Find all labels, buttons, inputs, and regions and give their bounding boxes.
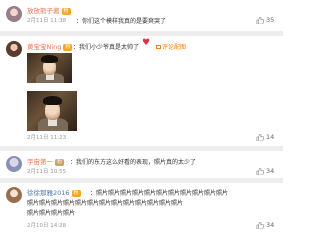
comment-card: 徐徐那雅2016 粉 ：照片照片照片照片照片照片照片照片照片照片照片 照片照片照片… <box>0 183 283 240</box>
timestamp: 2月11日 10:55 <box>27 169 67 175</box>
comment-photo[interactable] <box>27 91 77 131</box>
photo-figure-hair <box>43 96 62 105</box>
username[interactable]: 宇宙第一粉 <box>27 156 65 166</box>
like-button[interactable]: 14 <box>256 133 274 141</box>
comment-text: ：我们的东方这么好看的表现，照片真的太少了 <box>70 159 197 166</box>
like-count: 34 <box>266 221 275 229</box>
image-comment-label[interactable]: 评论配图 <box>162 44 186 51</box>
comment-card: 放放熊子酱粉 2月11日 11:38 ：你们这个模样我真的是要爽哭了 35 <box>0 0 283 30</box>
avatar[interactable] <box>6 41 22 57</box>
photo-figure-collar <box>48 119 57 126</box>
fan-badge: 粉 <box>55 159 65 166</box>
image-icon <box>156 45 161 49</box>
comment-text: ：我们小少爷真是太帅了 <box>73 44 140 51</box>
thumbs-up-icon <box>256 167 264 175</box>
photo-figure-hair <box>41 55 58 63</box>
comment-photo[interactable] <box>27 53 72 83</box>
thumbs-up-icon <box>256 16 264 24</box>
username-text[interactable]: 宇宙第一 <box>27 158 53 166</box>
fan-badge: 粉 <box>71 190 81 197</box>
comment-card: 黄宝宝Ning 粉 ：我们小少爷真是太帅了 ♥ 评论配图 2月11日 11:23 … <box>0 36 283 146</box>
fan-badge: 粉 <box>61 8 71 15</box>
like-button[interactable]: 35 <box>256 16 274 24</box>
username-text[interactable]: 黄宝宝Ning <box>27 43 61 51</box>
username-text[interactable]: 徐徐那雅2016 <box>27 189 70 197</box>
fan-badge: 粉 <box>63 44 73 51</box>
avatar[interactable] <box>6 187 22 203</box>
comment-text-line: ：照片照片照片照片照片照片照片照片照片照片照片 <box>90 190 229 197</box>
comment-text-line: 照片照片照片照片照片照片照片照片照片照片照片照片照片 <box>27 200 184 207</box>
thumbs-up-icon <box>256 133 264 141</box>
timestamp: 2月11日 11:23 <box>27 135 67 141</box>
heart-icon: ♥ <box>142 38 151 48</box>
comment-text: ：你们这个模样我真的是要爽哭了 <box>76 18 167 25</box>
username[interactable]: 黄宝宝Ning 粉 <box>27 41 73 51</box>
timestamp: 2月11日 11:38 <box>27 18 67 24</box>
like-count: 34 <box>266 167 275 175</box>
image-comment-link[interactable]: 评论配图 <box>156 42 186 51</box>
comment-card: 宇宙第一粉 ：我们的东方这么好看的表现，照片真的太少了 2月11日 10:55 … <box>0 151 283 177</box>
avatar[interactable] <box>6 156 22 172</box>
username-text[interactable]: 放放熊子酱 <box>27 7 60 15</box>
thumbs-up-icon <box>256 221 264 229</box>
timestamp: 2月10日 14:28 <box>27 223 67 229</box>
comment-text-line: 照片照片照片照片 <box>27 210 76 217</box>
like-count: 35 <box>266 16 275 24</box>
username[interactable]: 放放熊子酱粉 <box>27 5 71 15</box>
like-button[interactable]: 34 <box>256 221 274 229</box>
username[interactable]: 徐徐那雅2016 粉 <box>27 187 81 197</box>
like-button[interactable]: 34 <box>256 167 274 175</box>
avatar[interactable] <box>6 6 22 22</box>
like-count: 14 <box>266 133 275 141</box>
